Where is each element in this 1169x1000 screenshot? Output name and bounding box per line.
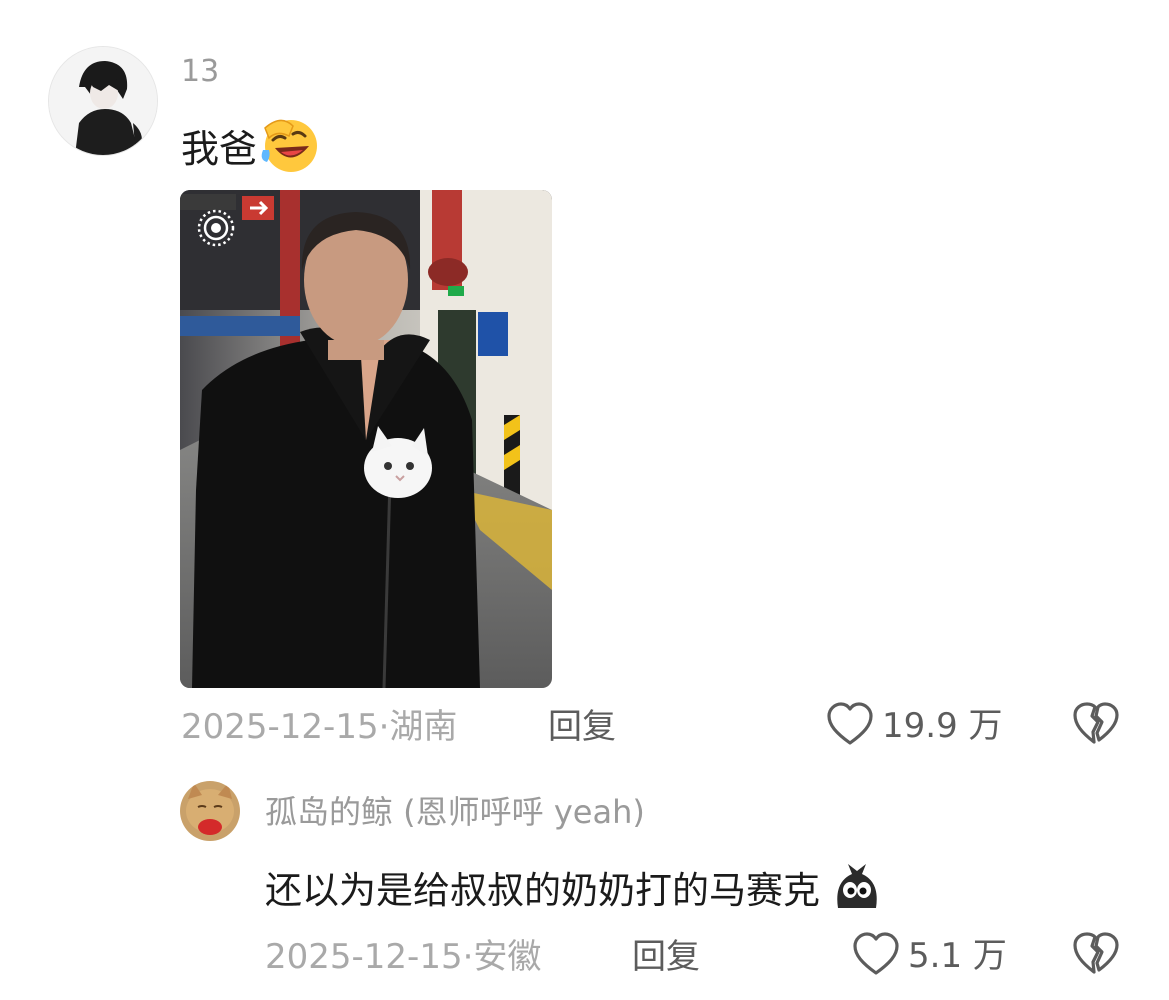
dislike-button[interactable]: [1072, 700, 1120, 748]
reply-username[interactable]: 孤岛的鲸 (恩师呼呼 yeah): [265, 790, 645, 834]
comment-username[interactable]: 13: [181, 52, 219, 92]
reply-meta: 2025-12-15·安徽: [265, 934, 541, 980]
heart-icon: [852, 931, 900, 981]
reply-button[interactable]: 回复: [548, 704, 616, 750]
broken-heart-icon: [1072, 932, 1120, 982]
like-count: 19.9 万: [882, 706, 1003, 746]
dislike-button[interactable]: [1072, 930, 1120, 978]
cat-avatar-image: [180, 781, 240, 841]
reply-button[interactable]: 回复: [632, 934, 700, 980]
comment-photo[interactable]: [180, 190, 552, 688]
meta-separator: ·: [378, 707, 390, 747]
reply-text-content: 还以为是给叔叔的奶奶打的马赛克: [265, 869, 820, 912]
laughing-face-emoji-icon: [259, 116, 319, 187]
comment-meta: 2025-12-15·湖南: [181, 704, 457, 750]
reply-date: 2025-12-15: [265, 937, 463, 977]
reply-text: 还以为是给叔叔的奶奶打的马赛克: [265, 858, 884, 927]
meta-separator: ·: [462, 937, 474, 977]
anime-boy-avatar-image: [49, 47, 157, 155]
man-with-cat-photo-image: [180, 190, 552, 688]
like-count: 5.1 万: [908, 936, 1007, 976]
reply-location: 安徽: [473, 937, 542, 977]
reply-avatar[interactable]: [180, 781, 240, 841]
like-button[interactable]: 5.1 万: [852, 932, 1007, 980]
comment-text: 我爸: [181, 116, 319, 187]
live-photo-icon: [196, 208, 236, 248]
comment-text-content: 我爸: [181, 127, 258, 171]
avatar[interactable]: [48, 46, 158, 156]
heart-icon: [826, 701, 874, 751]
like-button[interactable]: 19.9 万: [826, 702, 1003, 750]
comment-location: 湖南: [389, 707, 458, 747]
comment-date: 2025-12-15: [181, 707, 379, 747]
black-blob-emoji-icon: [830, 858, 884, 927]
broken-heart-icon: [1072, 702, 1120, 752]
